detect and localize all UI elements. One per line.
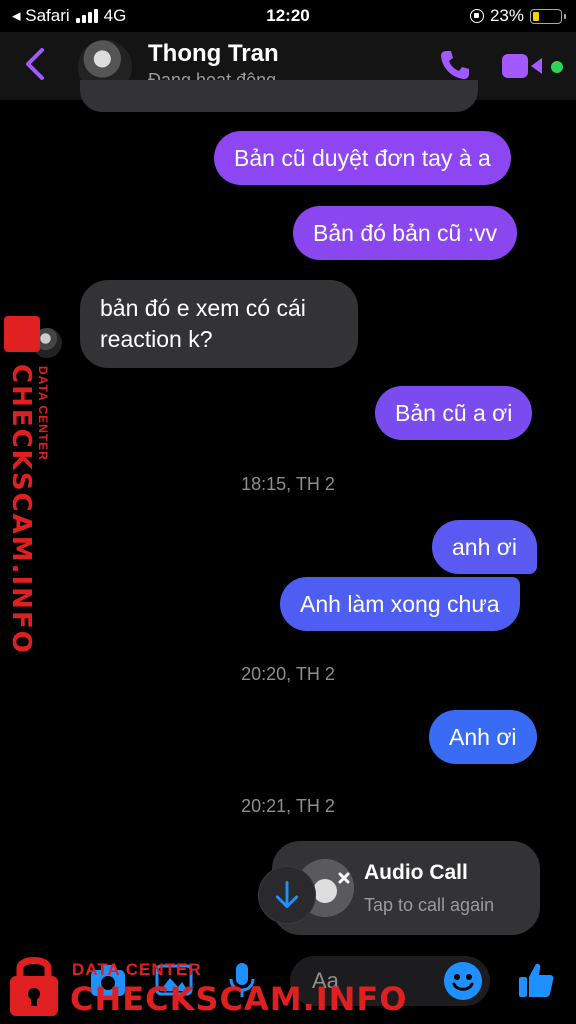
watermark-tag-vertical: DATA CENTER [36,366,50,461]
message-bubble-outgoing[interactable]: Anh ơi [429,710,537,764]
battery-icon [530,8,566,24]
message-bubble-outgoing[interactable]: Bản cũ duyệt đơn tay à a [214,131,511,185]
message-bubble-outgoing[interactable]: anh ơi [432,520,537,574]
arrow-down-icon[interactable] [258,866,316,924]
watermark-lock-icon [10,957,58,1016]
message-bubble-outgoing[interactable]: Bản cũ a ơi [375,386,533,440]
message-bubble-partial [80,80,478,112]
call-subtitle: Tap to call again [364,895,495,915]
call-title: Audio Call [364,861,468,884]
thumbs-up-icon[interactable] [516,960,556,1000]
timestamp: 18:15, TH 2 [241,474,335,494]
orientation-lock-icon [469,9,484,23]
timestamp: 20:21, TH 2 [241,796,335,816]
video-camera-icon[interactable] [500,52,544,80]
online-indicator [551,61,563,73]
phone-icon[interactable] [438,48,472,82]
emoji-icon[interactable] [444,962,482,1000]
message-text-line: reaction k? [100,326,213,352]
back-chevron-icon[interactable] [22,46,50,82]
message-bubble-outgoing[interactable]: Anh làm xong chưa [280,577,520,631]
status-bar: ◂ Safari 4G 12:20 23% [0,0,576,32]
watermark-tag: DATA CENTER [72,960,202,979]
watermark-brand: CHECKSCAM.INFO [70,980,408,1018]
timestamp: 20:20, TH 2 [241,664,335,684]
message-bubble-outgoing[interactable]: Bản đó bản cũ :vv [293,206,518,260]
contact-name[interactable]: Thong Tran [148,40,279,68]
battery-percent: 23% [489,6,524,25]
message-text-line: bản đó e xem có cái [100,295,306,321]
watermark-lock-icon [4,316,40,352]
watermark-brand-vertical: CHECKSCAM.INFO [6,364,36,655]
message-bubble-incoming[interactable]: bản đó e xem có cái reaction k? [80,280,358,368]
